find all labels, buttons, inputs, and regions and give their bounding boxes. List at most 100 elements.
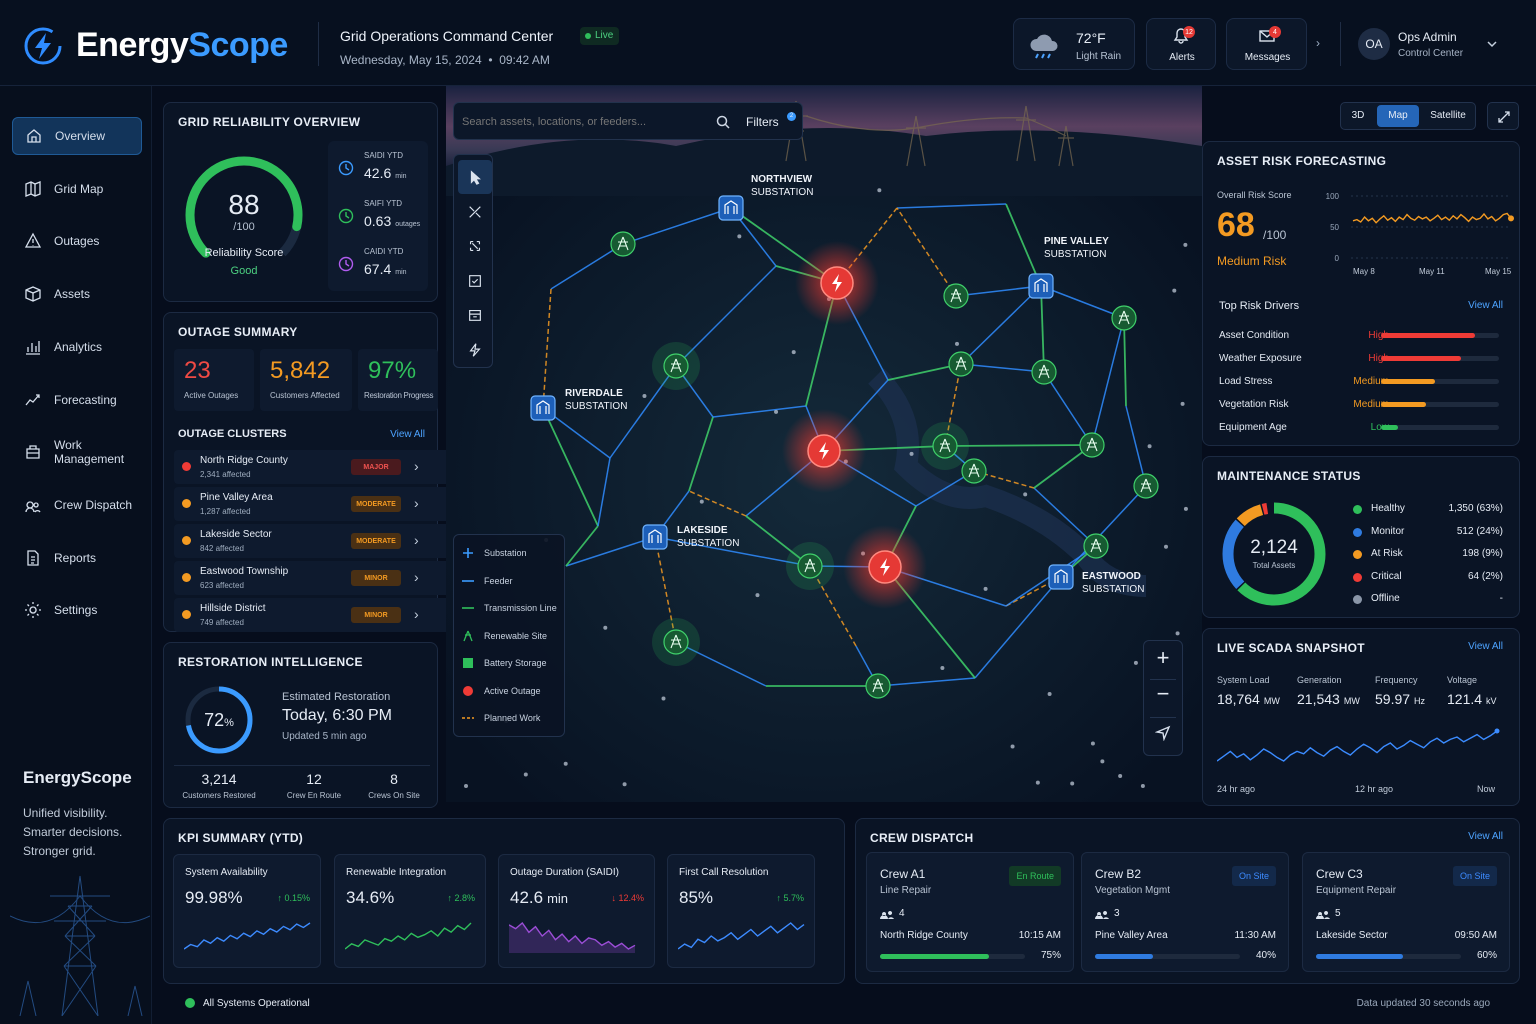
chevron-right-icon[interactable]: ›	[1316, 36, 1320, 50]
pole-node	[877, 188, 882, 193]
sidebar-item-forecasting[interactable]: Forecasting	[12, 381, 142, 419]
substation-sublabel: SUBSTATION	[1044, 249, 1106, 260]
scada-view-all-link[interactable]: View All	[1468, 641, 1503, 652]
search-input[interactable]	[462, 111, 702, 133]
grid-map[interactable]: NORTHVIEW SUBSTATION PINE VALLEY SUBSTATION…	[446, 86, 1202, 802]
crew-card[interactable]: Crew C3 Equipment Repair On Site 5 Lakeside …	[1302, 852, 1510, 972]
renewable-site-marker[interactable]	[610, 231, 636, 257]
crew-card[interactable]: Crew B2 Vegetation Mgmt On Site 3 Pine Valle…	[1081, 852, 1289, 972]
kpi-value: 34.6%	[346, 888, 395, 907]
map-tool-bolt[interactable]	[458, 333, 492, 367]
crew-progress-fill	[1095, 954, 1153, 959]
mode-3d-button[interactable]: 3D	[1343, 105, 1373, 127]
kpi-card[interactable]: First Call Resolution 85% ↑ 5.7%	[667, 854, 815, 968]
renewable-site-marker[interactable]	[948, 351, 974, 377]
renewable-site-marker[interactable]	[1031, 359, 1057, 385]
renewable-site-marker[interactable]	[1133, 473, 1159, 499]
active-outage-marker[interactable]	[843, 525, 927, 609]
alerts-button[interactable]: 12 Alerts	[1146, 18, 1216, 70]
sidebar-item-outages[interactable]: Outages	[12, 222, 142, 260]
chevron-right-icon[interactable]: ›	[414, 495, 419, 511]
panel-title: LIVE SCADA SNAPSHOT	[1217, 641, 1365, 655]
weather-condition: Light Rain	[1076, 51, 1122, 62]
kpi-card[interactable]: Outage Duration (SAIDI) 42.6 min ↓ 12.4%	[498, 854, 655, 968]
map-tool-network[interactable]	[458, 229, 492, 263]
substation-marker[interactable]	[718, 195, 744, 221]
sidebar-item-reports[interactable]: Reports	[12, 539, 142, 577]
sidebar-item-label: Grid Map	[54, 181, 104, 196]
pole-node	[1147, 444, 1152, 449]
map-tool-route[interactable]	[458, 195, 492, 229]
renewable-site-marker[interactable]	[1083, 533, 1109, 559]
active-outage-marker[interactable]	[795, 241, 879, 325]
driver-bar	[1381, 333, 1499, 338]
renewable-site-marker[interactable]	[652, 342, 700, 390]
brand-logo[interactable]: EnergyScope	[76, 26, 288, 65]
chevron-right-icon[interactable]: ›	[414, 458, 419, 474]
pole-node	[699, 499, 704, 504]
renewable-site-marker[interactable]	[865, 673, 891, 699]
drivers-view-all-link[interactable]: View All	[1468, 300, 1503, 311]
bolt-icon	[469, 342, 481, 357]
kpi-card[interactable]: Renewable Integration 34.6% ↑ 2.8%	[334, 854, 486, 968]
sidebar-item-work-management[interactable]: Work Management	[12, 433, 142, 471]
chevron-down-icon[interactable]	[1486, 40, 1498, 48]
map-tool-calendar[interactable]	[458, 298, 492, 332]
messages-button[interactable]: 4 Messages	[1226, 18, 1307, 70]
x-tick-label: May 8	[1353, 267, 1375, 276]
map-tool-checklist[interactable]	[458, 264, 492, 298]
substation-marker[interactable]	[530, 395, 556, 421]
renewable-site-marker[interactable]	[1111, 305, 1137, 331]
chevron-right-icon[interactable]: ›	[414, 532, 419, 548]
restoration-progress-card[interactable]: 97% Restoration Progress	[358, 349, 438, 411]
renewable-site-marker[interactable]	[961, 458, 987, 484]
customers-affected-card[interactable]: 5,842 Customers Affected	[260, 349, 352, 411]
chevron-right-icon[interactable]: ›	[414, 569, 419, 585]
substation-marker[interactable]	[1028, 273, 1054, 299]
grid-reliability-panel: GRID RELIABILITY OVERVIEW 88 /100 Reliab…	[163, 102, 438, 302]
crew-card[interactable]: Crew A1 Line Repair En Route 4 North Ridge C…	[866, 852, 1074, 972]
kpi-card[interactable]: System Availability 99.98% ↑ 0.15%	[173, 854, 321, 968]
active-outages-card[interactable]: 23 Active Outages	[174, 349, 254, 411]
sidebar-item-analytics[interactable]: Analytics	[12, 328, 142, 366]
driver-bar	[1381, 425, 1499, 430]
legend-label: Active Outage	[484, 685, 541, 696]
maintenance-value: 512 (24%)	[1456, 525, 1503, 537]
renewable-site-marker[interactable]	[943, 283, 969, 309]
stat-label: Customers Restored	[182, 791, 256, 800]
chevron-right-icon[interactable]: ›	[414, 606, 419, 622]
weather-widget[interactable]: 72°F Light Rain	[1013, 18, 1135, 70]
sidebar-item-overview[interactable]: Overview	[12, 117, 142, 155]
fullscreen-button[interactable]	[1487, 102, 1519, 130]
mode-map-button[interactable]: Map	[1377, 105, 1419, 127]
crew-view-all-link[interactable]: View All	[1468, 831, 1503, 842]
sidebar-item-grid-map[interactable]: Grid Map	[12, 170, 142, 208]
substation-marker[interactable]	[642, 524, 668, 550]
transmission-tower-illustration	[10, 875, 150, 1016]
zoom-in-button[interactable]: +	[1144, 645, 1182, 671]
legend-item-renewable-site: Renewable Site	[462, 630, 547, 642]
clusters-view-all-link[interactable]: View All	[390, 429, 425, 440]
locate-icon[interactable]	[1155, 725, 1171, 741]
page-title: Grid Operations Command Center	[340, 28, 554, 44]
stat-label: Crews On Site	[368, 791, 420, 800]
sidebar-item-assets[interactable]: Assets	[12, 275, 142, 313]
substation-marker[interactable]	[1048, 564, 1074, 590]
renewable-site-marker[interactable]	[786, 542, 834, 590]
sidebar-item-settings[interactable]: Settings	[12, 591, 142, 629]
promo-brand: EnergyScope	[23, 768, 132, 787]
battery-storage-marker[interactable]	[921, 422, 969, 470]
panel-title: MAINTENANCE STATUS	[1217, 469, 1361, 483]
avatar[interactable]: OA	[1358, 28, 1390, 60]
mode-satellite-button[interactable]: Satellite	[1423, 105, 1473, 127]
map-search[interactable]: Filters 2	[453, 102, 803, 140]
zoom-out-button[interactable]: −	[1144, 681, 1182, 707]
filters-button[interactable]: Filters	[746, 115, 779, 129]
battery-storage-marker[interactable]	[652, 618, 700, 666]
sidebar-item-crew-dispatch[interactable]: Crew Dispatch	[12, 486, 142, 524]
map-tool-cursor[interactable]	[458, 160, 492, 194]
search-icon[interactable]	[716, 115, 730, 129]
active-outage-marker[interactable]	[782, 409, 866, 493]
map-icon	[25, 180, 41, 197]
battery-storage-marker[interactable]	[1079, 432, 1105, 458]
